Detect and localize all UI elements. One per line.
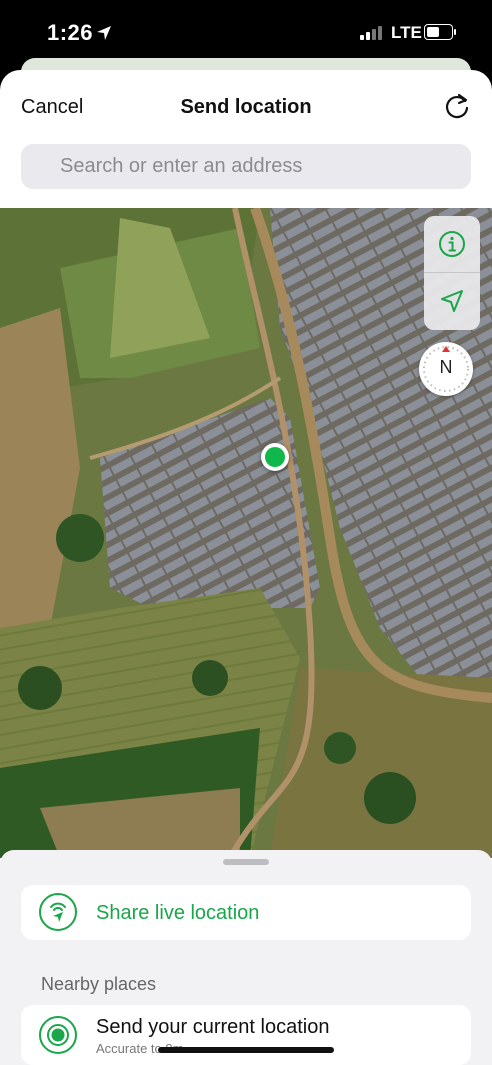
network-type: LTE	[391, 23, 422, 42]
share-live-location-button[interactable]: Share live location	[21, 885, 471, 940]
status-time: 1:26	[47, 20, 94, 45]
current-location-icon	[39, 1016, 77, 1054]
navigation-header: Cancel Send location	[0, 70, 492, 144]
satellite-imagery	[0, 208, 492, 858]
page-title: Send location	[180, 96, 312, 118]
nearby-places-heading: Nearby places	[41, 974, 157, 994]
battery-icon	[424, 24, 456, 40]
live-location-icon	[39, 893, 77, 931]
current-location-button[interactable]	[424, 273, 480, 329]
share-live-location-label: Share live location	[96, 902, 260, 924]
compass-label: N	[439, 357, 453, 377]
send-location-sheet: Cancel Send location Search or enter an …	[0, 70, 492, 1065]
refresh-icon[interactable]	[442, 92, 472, 122]
cellular-signal-icon	[360, 26, 382, 40]
current-location-label: Send your current location	[96, 1016, 330, 1038]
address-search[interactable]	[21, 144, 471, 189]
selected-location-pin[interactable]	[261, 443, 289, 471]
info-icon	[439, 231, 465, 257]
map-info-button[interactable]	[424, 216, 480, 272]
location-services-icon	[97, 26, 111, 40]
compass-button[interactable]: N	[419, 342, 473, 396]
status-bar: 1:26 LTE	[0, 0, 492, 66]
location-options-panel: Share live location Nearby places Send y…	[0, 850, 492, 1065]
satellite-map[interactable]: N	[0, 208, 492, 858]
send-current-location-button[interactable]: Send your current location Accurate to 8…	[21, 1005, 471, 1065]
search-input[interactable]	[21, 144, 471, 189]
home-indicator[interactable]	[158, 1047, 334, 1053]
location-arrow-icon	[441, 290, 463, 312]
sheet-grabber[interactable]	[223, 859, 269, 865]
map-controls	[424, 216, 480, 330]
